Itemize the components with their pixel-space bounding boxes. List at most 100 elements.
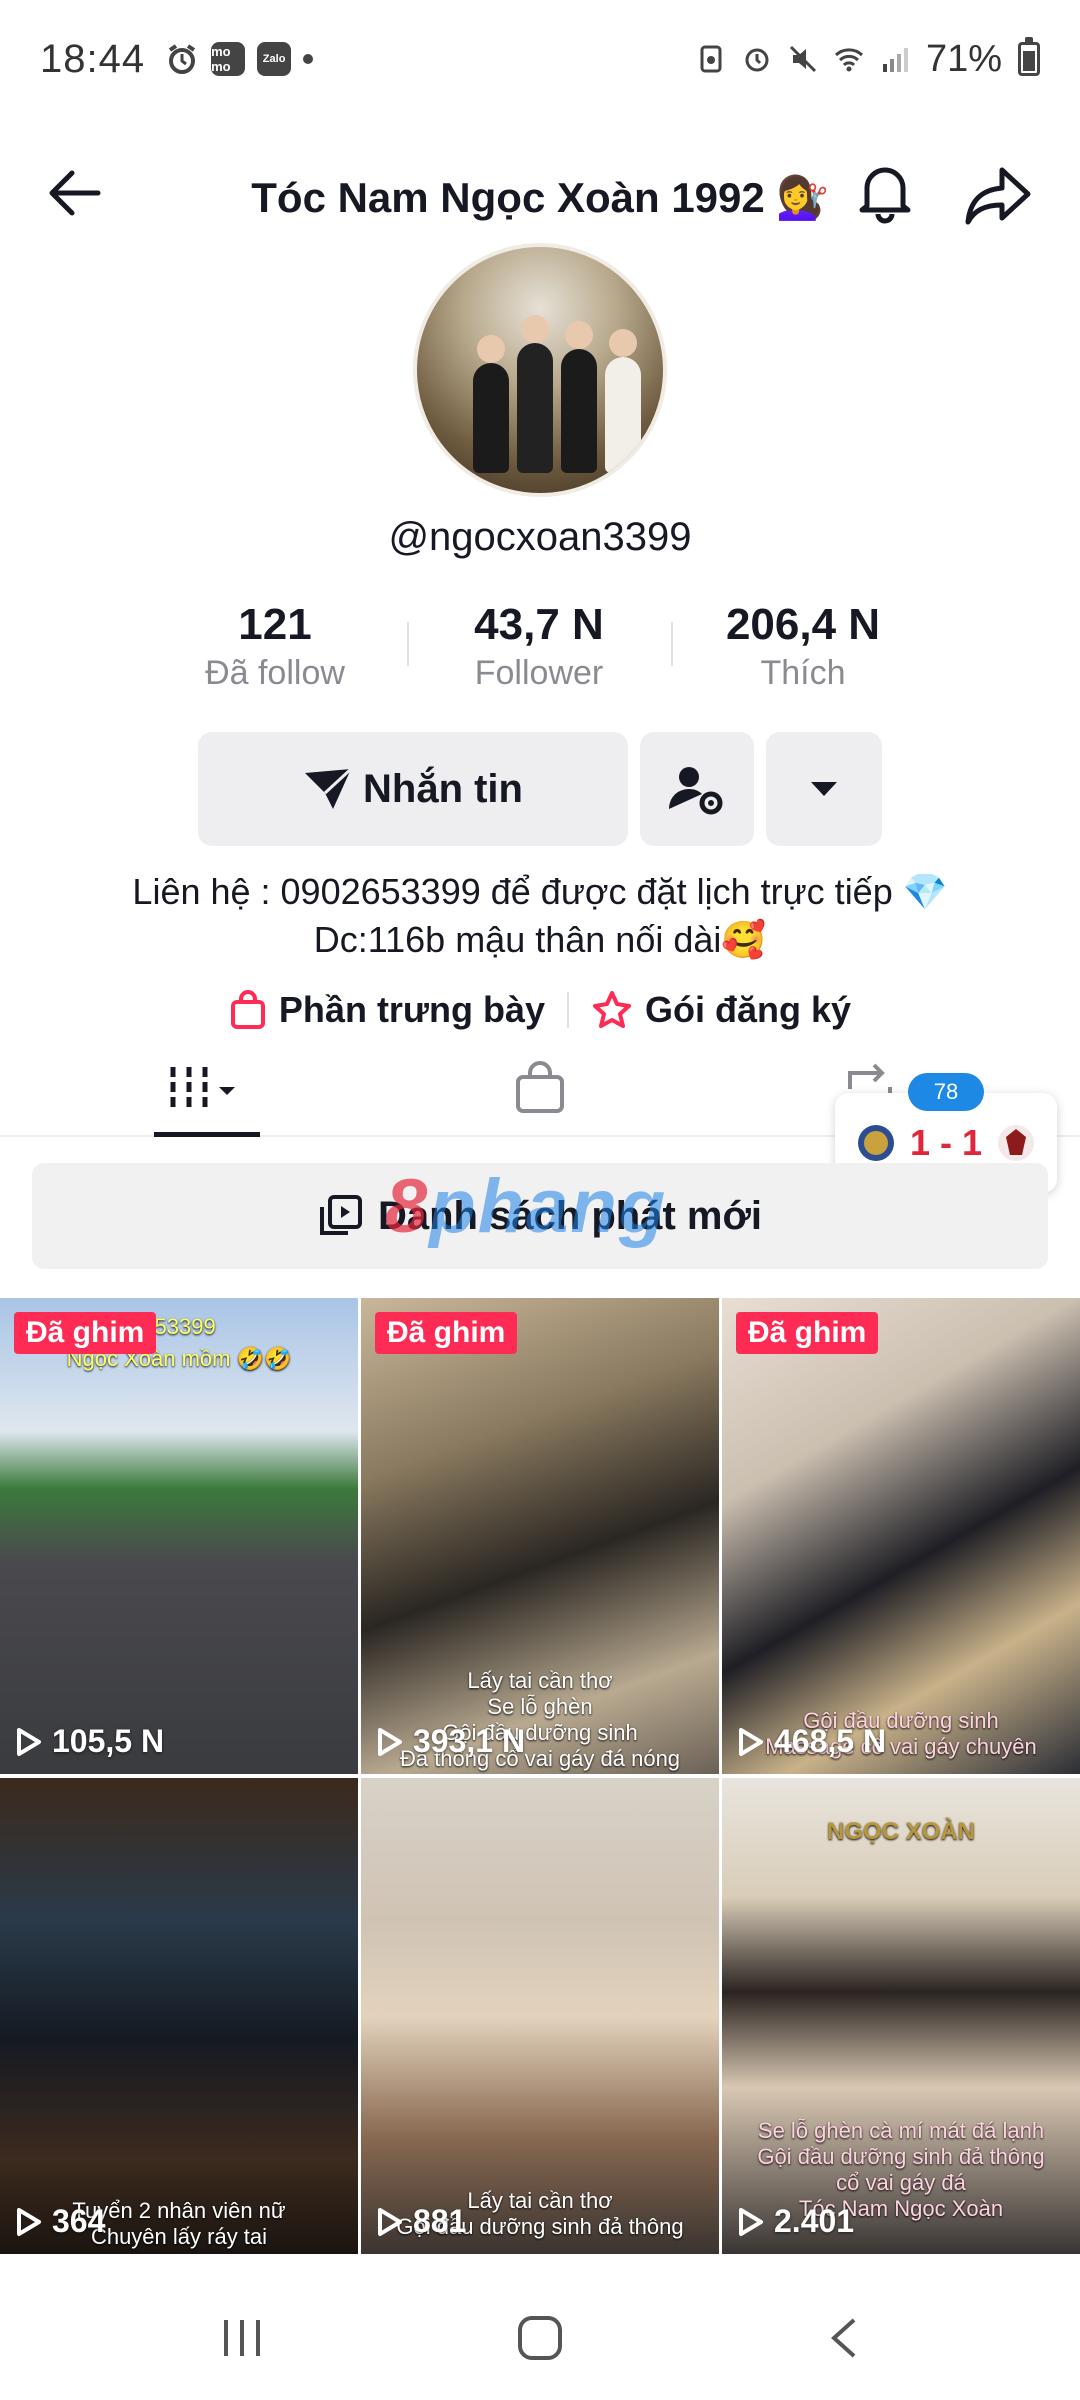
tab-shop[interactable] [497,1053,583,1123]
view-count-value: 393,1 N [413,1723,526,1759]
stat-following[interactable]: 121 Đã follow [145,600,405,693]
play-icon [378,1727,402,1756]
video-thumbnail[interactable]: 653399 Ngọc Xoàn mồm 🤣🤣 Đã ghim 105,5 N [0,1298,358,1774]
view-count-value: 468,5 N [774,1723,887,1759]
view-count: 2.401 [738,2203,854,2240]
stat-value: 121 [238,600,312,649]
link-divider [567,992,570,1028]
message-button[interactable]: Nhắn tin [198,732,628,846]
avatar-figure-head [521,315,549,343]
view-count: 393,1 N [377,1723,525,1760]
alarm-status-icon [745,48,769,72]
bell-icon[interactable] [850,156,920,226]
bio-line: Dc:116b mậu thân nối dài🥰 [313,919,767,960]
momo-icon: mo mo [211,42,246,76]
recent-apps-icon[interactable] [220,2316,264,2360]
playlist-icon [319,1195,362,1235]
share-icon[interactable] [960,156,1036,232]
stat-value: 43,7 N [474,600,604,649]
caret-down-icon [811,782,837,796]
avatar-figure [605,357,641,473]
video-grid: 653399 Ngọc Xoàn mồm 🤣🤣 Đã ghim 105,5 N … [0,1298,1080,2280]
watermark-logo: 8phang [385,1163,667,1250]
play-icon [378,2207,402,2236]
subscription-link[interactable]: Gói đăng ký [591,989,851,1031]
play-icon [17,1727,41,1756]
home-icon[interactable] [516,2314,564,2362]
send-icon [305,767,353,809]
avatar[interactable] [413,243,667,497]
back-arrow-icon[interactable] [40,158,110,228]
avatar-figure-head [565,321,593,349]
status-bar: 18:44 mo mo Zalo 71% [0,0,1080,118]
stat-label: Đã follow [205,654,345,692]
profile-settings-button[interactable] [640,732,754,846]
mute-icon [789,45,816,73]
bio-line: Liên hệ : 0902653399 để được đặt lịch tr… [132,871,948,912]
shopping-bag-icon [230,990,265,1029]
username: @ngocxoan3399 [388,515,692,559]
view-count-value: 881 [413,2203,467,2239]
more-options-button[interactable] [766,732,882,846]
user-settings-icon [669,767,723,815]
stat-label: Follower [474,654,604,692]
stat-label: Thích [760,654,846,692]
wifi-icon [834,48,863,72]
profile-bio: Liên hệ : 0902653399 để được đặt lịch tr… [0,868,1080,964]
video-thumbnail[interactable]: Lấy tai cần thơ Gội đầu dưỡng sinh đả th… [361,1778,719,2254]
play-icon [739,2207,763,2236]
stat-likes[interactable]: 206,4 N Thích [673,600,933,693]
profile-stats: 121 Đã follow 43,7 N Follower 206,4 N Th… [0,600,1080,710]
video-grid-icon [170,1067,235,1107]
avatar-figure-head [609,329,637,357]
more-notifications-dot [303,54,314,64]
zalo-icon: Zalo [257,42,292,76]
avatar-figure [473,363,509,473]
view-count: 364 [16,2203,105,2240]
system-nav-bar [0,2272,1080,2400]
video-thumbnail[interactable]: Lấy tai cần thơ Se lỗ ghèn Gội đầu dưỡng… [361,1298,719,1774]
view-count: 881 [377,2203,466,2240]
avatar-figure-head [477,335,505,363]
video-thumbnail[interactable]: Gội đầu dưỡng sinh Massage cổ vai gáy ch… [722,1298,1080,1774]
tab-videos[interactable] [154,1053,260,1123]
signal-icon [882,48,908,72]
match-score: 1 - 1 [909,1122,983,1163]
subscription-star-icon [593,991,632,1028]
view-count-value: 105,5 N [52,1723,165,1759]
battery-icon [1018,37,1040,76]
pinned-badge: Đã ghim [14,1312,157,1354]
back-nav-icon[interactable] [826,2316,862,2360]
view-count: 105,5 N [16,1723,164,1760]
avatar-figure [517,343,553,473]
play-icon [17,2207,41,2236]
subscription-link-label: Gói đăng ký [645,989,852,1030]
video-caption: NGỌC XOÀN [826,1818,975,1845]
profile-links: Phần trưng bày Gói đăng ký [0,980,1080,1040]
alarm-icon [168,44,196,74]
view-count-value: 364 [52,2203,106,2239]
watermark-text: phang [429,1164,668,1249]
team-crest-icon [998,1125,1035,1161]
showcase-link-label: Phần trưng bày [278,989,546,1030]
stat-value: 206,4 N [725,600,881,649]
video-thumbnail[interactable]: NGỌC XOÀN Se lỗ ghèn cà mí mát đá lạnh G… [722,1778,1080,2254]
play-icon [739,1727,763,1756]
team-crest-icon [857,1125,894,1161]
data-saver-icon [700,45,722,73]
status-time: 18:44 [40,36,146,81]
score-badge: 78 [908,1073,984,1111]
notification-icons: mo mo Zalo [165,42,314,76]
pinned-badge: Đã ghim [375,1312,518,1354]
showcase-link[interactable]: Phần trưng bày [229,989,545,1031]
message-button-label: Nhắn tin [363,766,523,811]
pinned-badge: Đã ghim [736,1312,879,1354]
video-thumbnail[interactable]: Tuyển 2 nhân viên nữ Chuyên lấy ráy tai … [0,1778,358,2254]
stat-followers[interactable]: 43,7 N Follower [409,600,669,693]
page-title: Tóc Nam Ngọc Xoàn 1992 💇‍♀️ [251,173,829,221]
avatar-figure [561,349,597,473]
active-tab-indicator [154,1132,260,1137]
battery-percent: 71% [925,37,1002,80]
view-count: 468,5 N [738,1723,886,1760]
view-count-value: 2.401 [774,2203,855,2239]
